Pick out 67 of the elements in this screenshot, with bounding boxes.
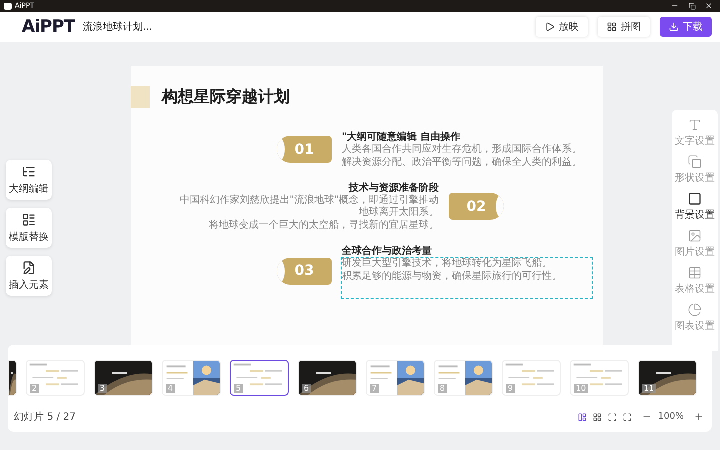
document-title: 流浪地球计划... — [83, 20, 154, 34]
slide-thumbnail[interactable]: 7 — [366, 360, 425, 396]
settings-tab[interactable]: 图片设置 — [675, 227, 715, 261]
settings-tab[interactable]: 背景设置 — [675, 190, 715, 224]
toolbar-button[interactable]: 放映 — [536, 17, 588, 37]
slide-thumbnail[interactable]: 11 — [638, 360, 697, 396]
item-heading: "大纲可随意编辑 自由操作 — [342, 130, 461, 144]
item-text: 人类各国合作共同应对生存危机，形成国际合作体系。 — [342, 144, 582, 156]
slide-thumbnail[interactable]: 2 — [26, 360, 85, 396]
settings-tab[interactable]: 形状设置 — [675, 153, 715, 187]
zoom-level: 100% — [658, 412, 684, 422]
slide-thumbnail[interactable]: 5 — [230, 360, 289, 396]
toolbar-button[interactable]: 下载 — [660, 17, 712, 37]
text-icon — [688, 118, 702, 132]
item-text: 将地球变成一个巨大的太空船，寻找新的宜居星球。 — [209, 220, 439, 232]
play-icon — [545, 22, 555, 32]
slide-number: 3 — [98, 384, 108, 393]
title-accent — [131, 86, 150, 108]
pie-chart-icon — [688, 303, 702, 317]
slide-preview-drawing — [95, 361, 152, 395]
slide-number: 7 — [370, 384, 380, 393]
slide-counter: 幻灯片 5 / 27 — [14, 410, 78, 424]
slide-number: 10 — [574, 384, 588, 393]
slide-preview-drawing — [639, 361, 696, 395]
tool-button[interactable]: 模版替换 — [6, 208, 52, 248]
slide-number: 11 — [642, 384, 656, 393]
tool-button[interactable]: 插入元素 — [6, 256, 52, 296]
toolbar-button[interactable]: 拼图 — [598, 17, 650, 37]
layout-icon — [22, 212, 36, 226]
slide-number: 2 — [30, 384, 40, 393]
settings-tab[interactable]: 文字设置 — [675, 116, 715, 150]
item-text: 解决资源分配、政治平衡等问题，确保全人类的利益。 — [342, 157, 582, 169]
download-icon — [669, 22, 679, 32]
table-icon — [688, 266, 702, 280]
slide-thumbnail[interactable]: 9 — [502, 360, 561, 396]
settings-tab[interactable]: 图表设置 — [675, 301, 715, 335]
settings-tab[interactable]: 表格设置 — [675, 264, 715, 298]
edit-document-icon — [22, 260, 36, 274]
item-text: 中国科幻作家刘慈欣提出"流浪地球"概念，即通过引擎推动地球离开太阳系。 — [178, 195, 439, 219]
tool-button[interactable]: 大纲编辑 — [6, 160, 52, 200]
slide-preview-drawing — [299, 361, 356, 395]
zoom-in-icon[interactable] — [694, 412, 704, 422]
item-text: 研发巨大型引擎技术，将地球转化为星际飞船。 — [342, 258, 552, 270]
slide-thumbnail[interactable]: 10 — [570, 360, 629, 396]
slide-number: 5 — [234, 384, 244, 393]
square-icon — [688, 192, 702, 206]
outline-icon — [22, 164, 36, 178]
image-icon — [688, 229, 702, 243]
slide-title: 构想星际穿越计划 — [162, 86, 290, 108]
slide-number: 6 — [302, 384, 312, 393]
grid-icon — [607, 22, 617, 32]
item-text: 积累足够的能源与物资，确保星际旅行的可行性。 — [342, 271, 562, 283]
shapes-icon — [688, 155, 702, 169]
item-heading: 全球合作与政治考量 — [342, 244, 432, 258]
slide-number: 8 — [438, 384, 448, 393]
slide-number: 4 — [166, 384, 176, 393]
slide-thumbnail[interactable]: 4 — [162, 360, 221, 396]
slide-thumbnail[interactable]: 6 — [298, 360, 357, 396]
logo: AiPPT — [22, 17, 75, 37]
slide-thumbnail[interactable] — [8, 360, 17, 396]
slide-preview-drawing — [9, 361, 16, 395]
slide-number: 9 — [506, 384, 516, 393]
item-heading: 技术与资源准备阶段 — [349, 182, 439, 194]
slide-thumbnail[interactable]: 3 — [94, 360, 153, 396]
app-icon — [4, 2, 12, 10]
slide-thumbnail[interactable]: 8 — [434, 360, 493, 396]
selected-text-box[interactable]: 研发巨大型引擎技术，将地球转化为星际飞船。 积累足够的能源与物资，确保星际旅行的可行性。 — [342, 258, 592, 298]
